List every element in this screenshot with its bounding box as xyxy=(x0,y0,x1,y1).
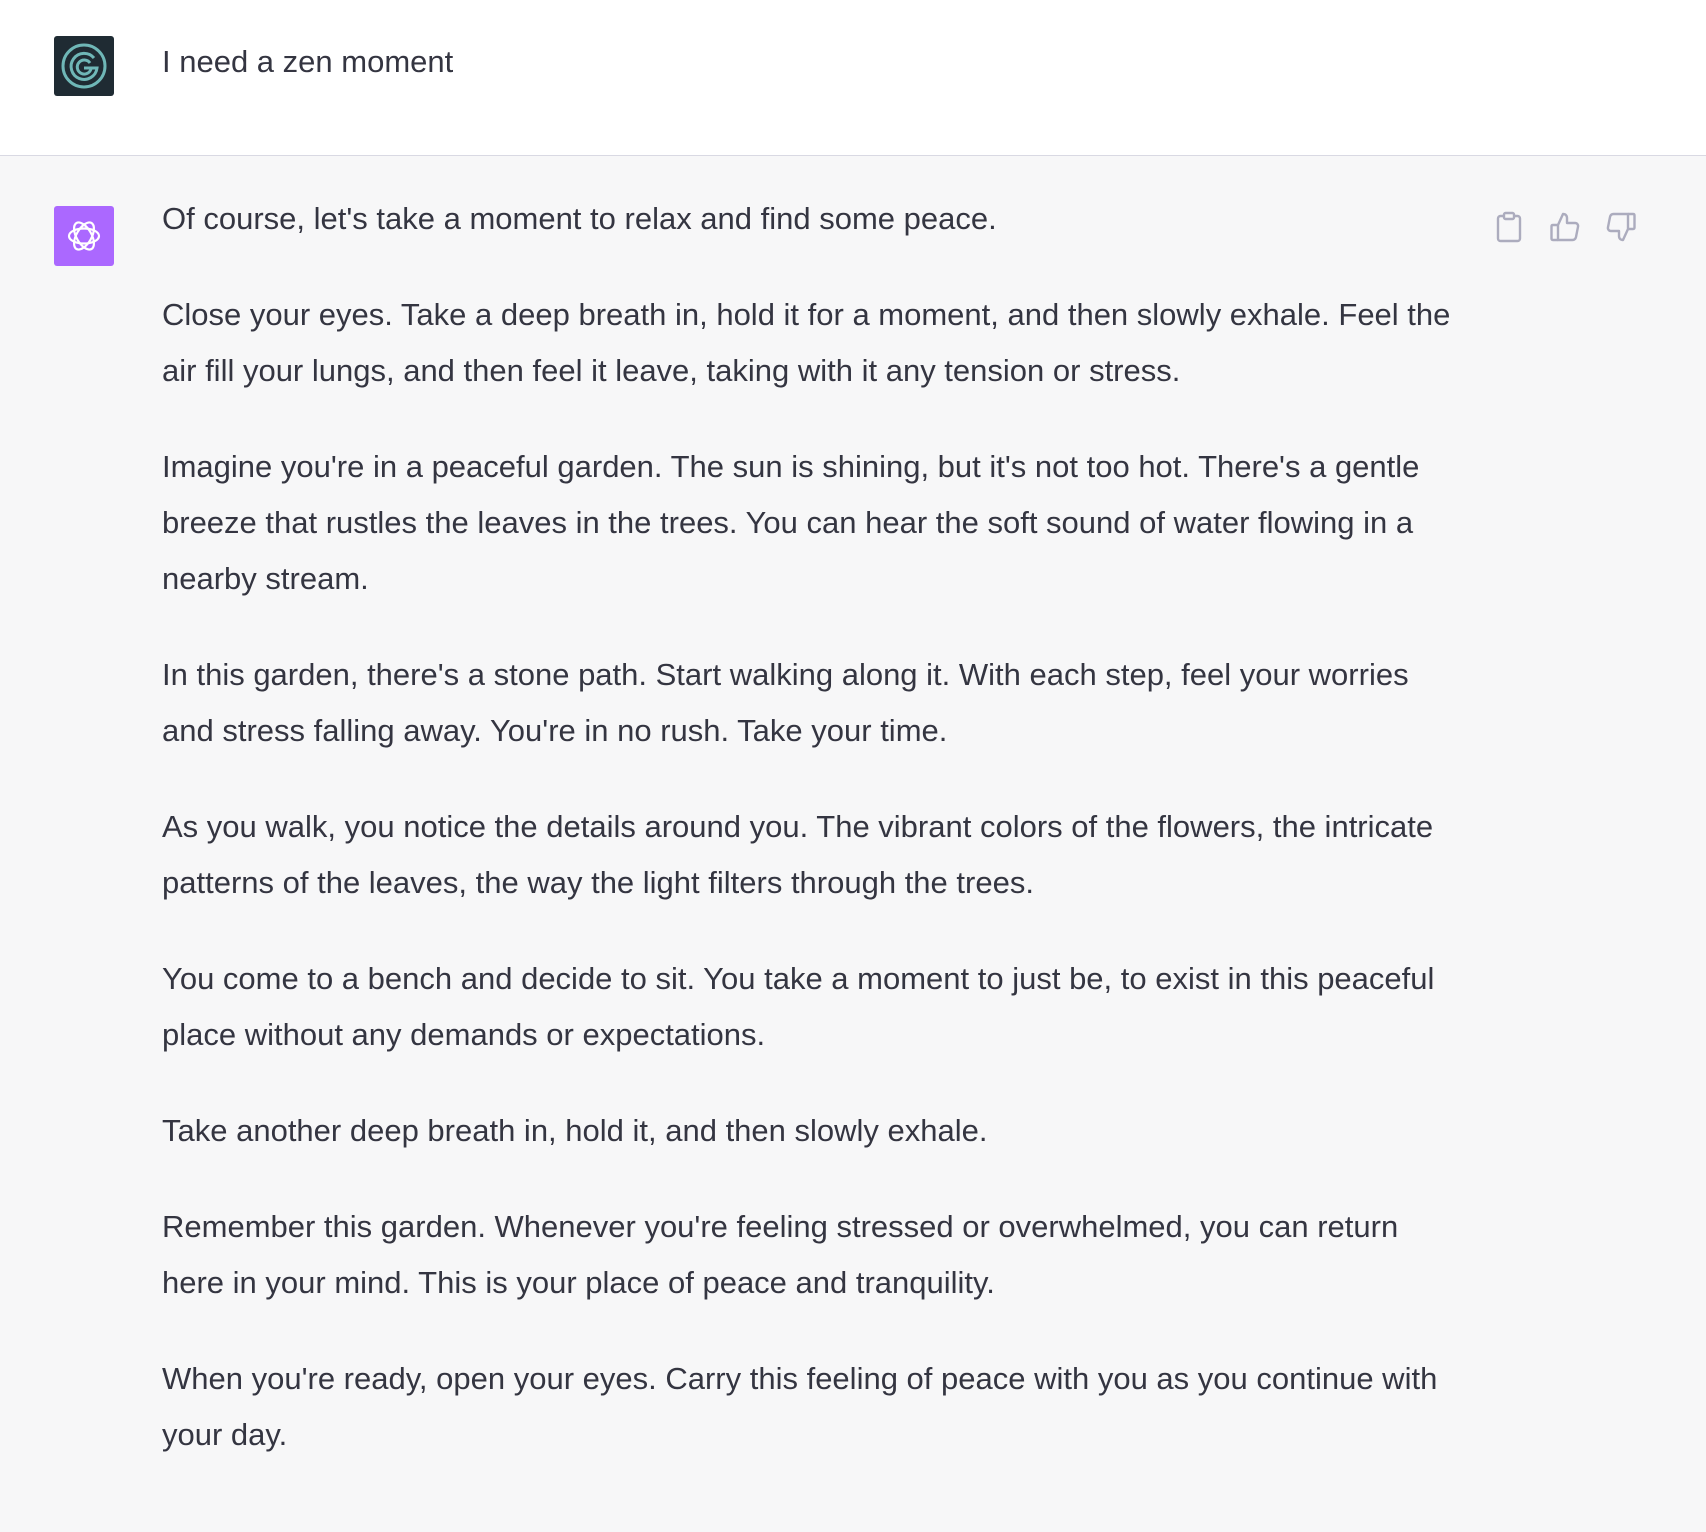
openai-logo-icon xyxy=(67,221,101,251)
thumbs-down-icon xyxy=(1606,212,1636,242)
message-paragraph: You come to a bench and decide to sit. Y… xyxy=(162,961,1435,1052)
copy-button[interactable] xyxy=(1492,209,1526,245)
message-paragraph: Close your eyes. Take a deep breath in, … xyxy=(162,297,1451,388)
message-paragraph: When you're ready, open your eyes. Carry… xyxy=(162,1361,1438,1452)
user-avatar xyxy=(54,36,114,96)
message-paragraph: Take another deep breath in, hold it, an… xyxy=(162,1113,988,1148)
assistant-avatar xyxy=(54,206,114,266)
user-message-text: I need a zen moment xyxy=(162,44,454,79)
message-paragraph: Remember this garden. Whenever you're fe… xyxy=(162,1209,1399,1300)
user-avatar-icon xyxy=(61,43,107,89)
thumbs-up-button[interactable] xyxy=(1548,209,1582,245)
thumbs-down-button[interactable] xyxy=(1604,209,1638,245)
assistant-message-row: Of course, let's take a moment to relax … xyxy=(0,157,1706,1532)
user-message-row: I need a zen moment xyxy=(0,0,1706,156)
message-actions xyxy=(1492,209,1638,245)
copy-icon xyxy=(1496,211,1522,243)
assistant-message-text: Of course, let's take a moment to relax … xyxy=(162,191,1462,1463)
message-paragraph: In this garden, there's a stone path. St… xyxy=(162,657,1409,748)
message-paragraph: As you walk, you notice the details arou… xyxy=(162,809,1434,900)
message-paragraph: Of course, let's take a moment to relax … xyxy=(162,201,997,236)
message-paragraph: Imagine you're in a peaceful garden. The… xyxy=(162,449,1420,596)
thumbs-up-icon xyxy=(1550,212,1580,242)
